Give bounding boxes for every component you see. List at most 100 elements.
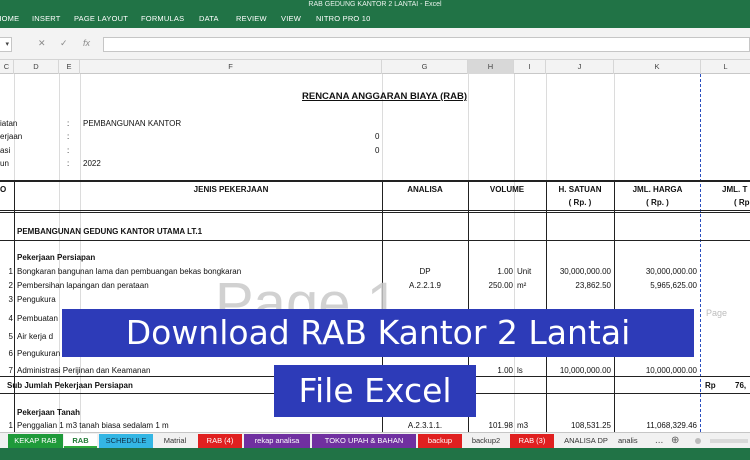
window-title: RAB GEDUNG KANTOR 2 LANTAI - Excel	[308, 1, 442, 8]
row-border	[0, 240, 750, 241]
cancel-icon[interactable]: ✕	[38, 38, 46, 49]
promo-banner-line2: File Excel	[274, 365, 476, 417]
sheet-tab[interactable]: RAB (3)	[510, 434, 554, 448]
header-jml-harga-unit: ( Rp. )	[646, 198, 669, 207]
sheet-tab[interactable]: TOKO UPAH & BAHAN	[312, 434, 416, 448]
row-desc: Air kerja d	[17, 332, 54, 341]
row-desc: Pengukuran	[17, 349, 61, 358]
info-sep: :	[67, 132, 70, 141]
row-h-satuan: 10,000,000.00	[559, 366, 611, 375]
row-jml-harga: 30,000,000.00	[645, 267, 697, 276]
column-header-e[interactable]: E	[59, 60, 80, 74]
table-border	[614, 180, 615, 432]
enter-icon[interactable]: ✓	[60, 38, 68, 49]
name-box[interactable]: ▾	[0, 37, 12, 52]
ribbon-tab-formulas[interactable]: FORMULAS	[141, 10, 184, 28]
chevron-down-icon[interactable]: ▾	[5, 40, 9, 48]
table-header-bottom-border	[0, 210, 750, 211]
more-sheets-icon[interactable]: ...	[655, 433, 663, 449]
row-unit: m²	[517, 281, 527, 290]
ribbon-tab-insert[interactable]: INSERT	[32, 10, 61, 28]
group-title: Pekerjaan Persiapan	[17, 253, 96, 262]
row-desc: Administrasi Perijinan dan Keamanan	[17, 366, 151, 375]
column-header-h[interactable]: H	[468, 60, 514, 74]
table-border	[546, 180, 547, 432]
info-label: un	[0, 159, 9, 168]
info-label: iatan	[0, 119, 18, 128]
column-header-i[interactable]: I	[514, 60, 546, 74]
add-sheet-icon[interactable]: ⊕	[671, 433, 679, 449]
promo-banner-line1: Download RAB Kantor 2 Lantai	[62, 309, 694, 357]
row-no: 2	[8, 281, 13, 290]
status-bar	[0, 448, 750, 460]
column-header-j[interactable]: J	[546, 60, 614, 74]
title-bar: RAB GEDUNG KANTOR 2 LANTAI - Excel	[0, 0, 750, 10]
sheet-tab[interactable]: rekap analisa	[244, 434, 310, 448]
insert-function-icon[interactable]: fx	[83, 38, 90, 48]
header-volume: VOLUME	[489, 185, 525, 194]
column-headers: C D E F G H I J K L	[0, 60, 750, 74]
table-border	[14, 180, 15, 432]
header-h-satuan-unit: ( Rp. )	[568, 198, 592, 207]
ribbon-tab-review[interactable]: REVIEW	[236, 10, 267, 28]
row-analisa: A.2.3.1.1.	[407, 421, 443, 430]
ribbon-tab-data[interactable]: DATA	[199, 10, 219, 28]
info-extra: 0	[375, 146, 380, 155]
header-jml-harga: JML. HARGA	[632, 185, 683, 194]
column-header-g[interactable]: G	[382, 60, 468, 74]
column-header-l[interactable]: L	[701, 60, 750, 74]
header-no: O	[0, 185, 7, 194]
row-no: 1	[8, 421, 13, 430]
row-no: 5	[8, 332, 13, 341]
row-jml-harga: 5,965,625.00	[650, 281, 697, 290]
ribbon: HOME INSERT PAGE LAYOUT FORMULAS DATA RE…	[0, 10, 750, 28]
ribbon-tab-nitro[interactable]: NITRO PRO 10	[316, 10, 371, 28]
column-header-f[interactable]: F	[80, 60, 382, 74]
row-no: 7	[8, 366, 13, 375]
header-jml-t: JML. T	[722, 185, 748, 194]
sheet-tab[interactable]: analis	[618, 434, 650, 448]
sheet-tab[interactable]: KEKAP RAB	[8, 434, 63, 448]
column-header-c[interactable]: C	[0, 60, 14, 74]
sheet-tab[interactable]: RAB (4)	[198, 434, 242, 448]
horizontal-scrollbar[interactable]	[710, 439, 748, 443]
row-no: 1	[8, 267, 13, 276]
info-label: asi	[0, 146, 11, 155]
ribbon-tab-view[interactable]: VIEW	[281, 10, 301, 28]
sheet-tab-bar: KEKAP RAB RAB SCHEDULE Matrial RAB (4) r…	[0, 432, 750, 448]
column-header-d[interactable]: D	[14, 60, 59, 74]
table-header-bottom-border	[0, 212, 750, 213]
page-watermark-side: Page	[706, 308, 728, 318]
info-value: 2022	[83, 159, 101, 168]
section-title: PEMBANGUNAN GEDUNG KANTOR UTAMA LT.1	[17, 227, 203, 236]
sheet-tab-active[interactable]: RAB	[64, 434, 97, 448]
row-vol: 1.00	[497, 267, 513, 276]
ribbon-tab-home[interactable]: HOME	[0, 10, 19, 28]
row-desc: Pembersihan lapangan dan perataan	[17, 281, 149, 290]
column-header-k[interactable]: K	[614, 60, 701, 74]
row-h-satuan: 30,000,000.00	[559, 267, 611, 276]
row-h-satuan: 108,531.25	[570, 421, 611, 430]
page-break-line	[700, 74, 701, 432]
formula-input[interactable]	[103, 37, 750, 52]
sheet-tab[interactable]: ANALISA DP	[556, 434, 616, 448]
row-jml-harga: 10,000,000.00	[645, 366, 697, 375]
sheet-tab[interactable]: backup2	[464, 434, 508, 448]
sheet-tab[interactable]: Matrial	[154, 434, 196, 448]
header-jenis-pekerjaan: JENIS PEKERJAAN	[193, 185, 269, 194]
info-sep: :	[67, 119, 70, 128]
group-title: Pekerjaan Tanah	[17, 408, 80, 417]
sheet-tab[interactable]: SCHEDULE	[99, 434, 153, 448]
info-label: erjaan	[0, 132, 23, 141]
sheet-tab[interactable]: backup	[418, 434, 462, 448]
ribbon-tab-page-layout[interactable]: PAGE LAYOUT	[74, 10, 128, 28]
table-top-border	[0, 180, 750, 182]
row-h-satuan: 23,862.50	[575, 281, 611, 290]
subtotal-rp: Rp	[705, 381, 716, 390]
row-desc: Bongkaran bangunan lama dan pembuangan b…	[17, 267, 242, 276]
subtotal-label: Sub Jumlah Pekerjaan Persiapan	[7, 381, 133, 390]
row-unit: Unit	[517, 267, 532, 276]
sheet-title: RENCANA ANGGARAN BIAYA (RAB)	[302, 91, 468, 102]
scroll-dot-icon[interactable]	[695, 438, 701, 444]
row-desc: Pengukura	[17, 295, 56, 304]
